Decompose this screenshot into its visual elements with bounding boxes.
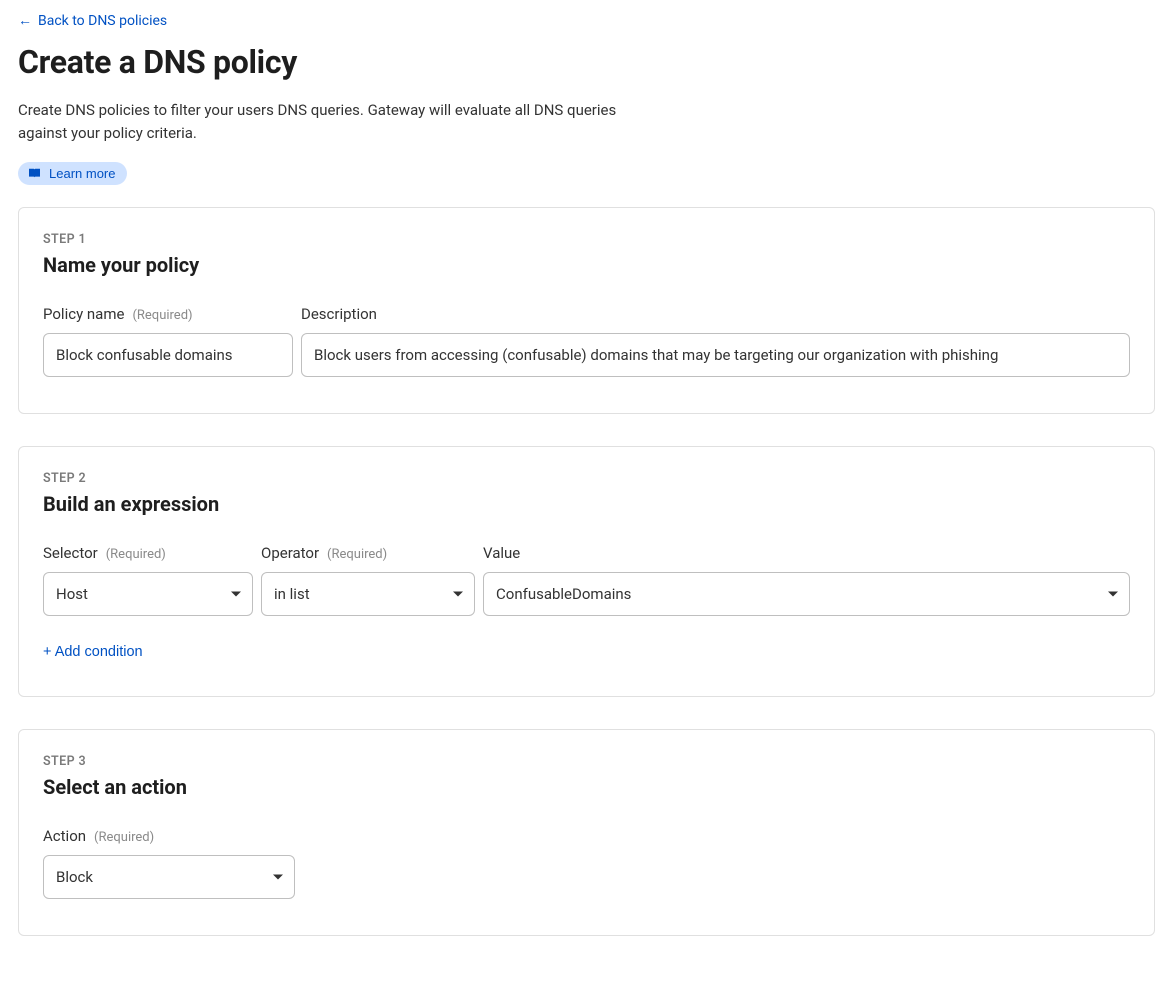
step-3-heading: Select an action <box>43 775 1130 799</box>
selector-select[interactable]: Host <box>43 572 253 616</box>
action-value: Block <box>56 868 93 886</box>
step-2-heading: Build an expression <box>43 492 1130 516</box>
operator-value: in list <box>274 585 310 603</box>
selector-value: Host <box>56 585 88 603</box>
policy-name-input[interactable] <box>43 333 293 377</box>
back-link[interactable]: ← Back to DNS policies <box>18 12 167 29</box>
step-2-card: STEP 2 Build an expression Selector (Req… <box>18 446 1155 697</box>
required-hint: (Required) <box>327 547 387 562</box>
learn-more-label: Learn more <box>49 166 115 181</box>
policy-name-label: Policy name <box>43 305 124 323</box>
value-label: Value <box>483 544 520 562</box>
page-description: Create DNS policies to filter your users… <box>18 99 618 146</box>
add-condition-button[interactable]: + Add condition <box>43 644 143 660</box>
operator-select[interactable]: in list <box>261 572 475 616</box>
value-value: ConfusableDomains <box>496 585 631 603</box>
selector-label: Selector <box>43 544 98 562</box>
value-select[interactable]: ConfusableDomains <box>483 572 1130 616</box>
step-3-label: STEP 3 <box>43 754 1130 769</box>
arrow-left-icon: ← <box>18 12 32 29</box>
required-hint: (Required) <box>94 830 154 845</box>
operator-label: Operator <box>261 544 319 562</box>
required-hint: (Required) <box>132 308 192 323</box>
step-1-card: STEP 1 Name your policy Policy name (Req… <box>18 207 1155 414</box>
learn-more-button[interactable]: Learn more <box>18 162 127 185</box>
step-1-heading: Name your policy <box>43 253 1130 277</box>
step-3-card: STEP 3 Select an action Action (Required… <box>18 729 1155 936</box>
description-input[interactable] <box>301 333 1130 377</box>
step-2-label: STEP 2 <box>43 471 1130 486</box>
action-select[interactable]: Block <box>43 855 295 899</box>
add-condition-label: + Add condition <box>43 644 143 660</box>
action-label: Action <box>43 827 86 845</box>
step-1-label: STEP 1 <box>43 232 1130 247</box>
back-link-label: Back to DNS policies <box>38 13 167 29</box>
book-icon <box>28 168 41 179</box>
description-label: Description <box>301 305 377 323</box>
page-title: Create a DNS policy <box>18 43 1155 81</box>
required-hint: (Required) <box>106 547 166 562</box>
